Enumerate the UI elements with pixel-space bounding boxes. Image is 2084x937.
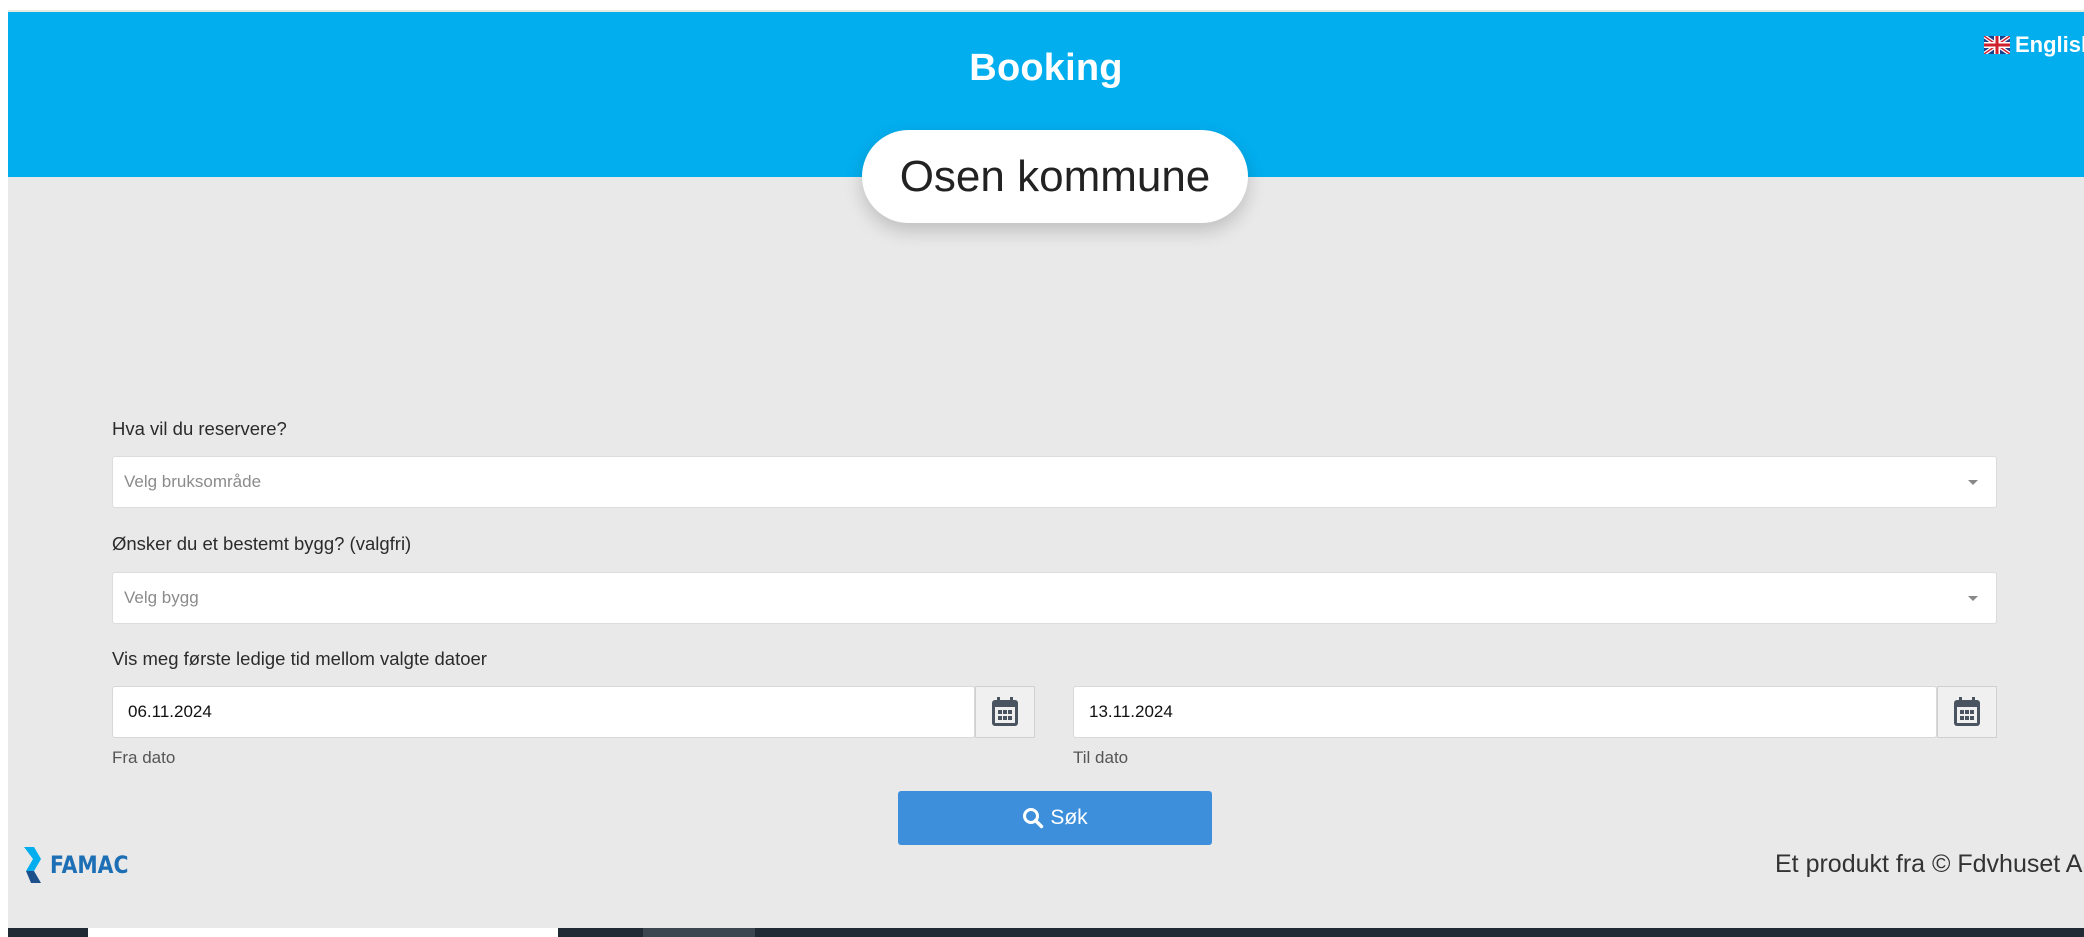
to-date-value: 13.11.2024 [1089,702,1173,721]
famac-logo: FAMAC [22,846,142,884]
from-date-helper: Fra dato [112,748,176,767]
from-date-calendar-button[interactable] [975,686,1035,738]
left-edge [0,0,8,937]
to-date-input[interactable]: 13.11.2024 [1073,686,1937,738]
dates-label: Vis meg første ledige tid mellom valgte … [112,648,487,669]
calendar-icon [992,697,1018,726]
uk-flag-icon [1984,36,2010,54]
language-label: English [2015,32,2084,57]
top-strip [0,0,2084,12]
usage-placeholder: Velg bruksområde [124,472,262,491]
building-placeholder: Velg bygg [124,588,199,607]
usage-select[interactable]: Velg bruksområde [112,456,1997,508]
famac-logo-icon [24,847,41,883]
search-button-label: Søk [1050,806,1088,829]
taskbar-search[interactable] [88,928,558,937]
footer-credit: Et produkt fra © Fdvhuset AS [1775,850,2084,878]
language-switcher[interactable]: English [1984,32,2084,58]
from-date-value: 06.11.2024 [128,702,212,721]
page-title: Booking [969,47,1123,89]
building-label: Ønsker du et bestemt bygg? (valgfri) [112,533,412,554]
search-icon [1023,808,1044,829]
municipality-badge: Osen kommune [862,130,1248,223]
to-date-helper: Til dato [1073,748,1129,767]
chevron-down-icon [1968,596,1978,601]
building-select[interactable]: Velg bygg [112,572,1997,624]
taskbar-item[interactable] [643,928,755,937]
to-date-calendar-button[interactable] [1937,686,1997,738]
chevron-down-icon [1968,480,1978,485]
from-date-input[interactable]: 06.11.2024 [112,686,975,738]
search-button[interactable]: Søk [898,791,1212,845]
usage-label: Hva vil du reservere? [112,418,287,439]
famac-brand: FAMAC [50,851,129,879]
calendar-icon [1954,697,1980,726]
